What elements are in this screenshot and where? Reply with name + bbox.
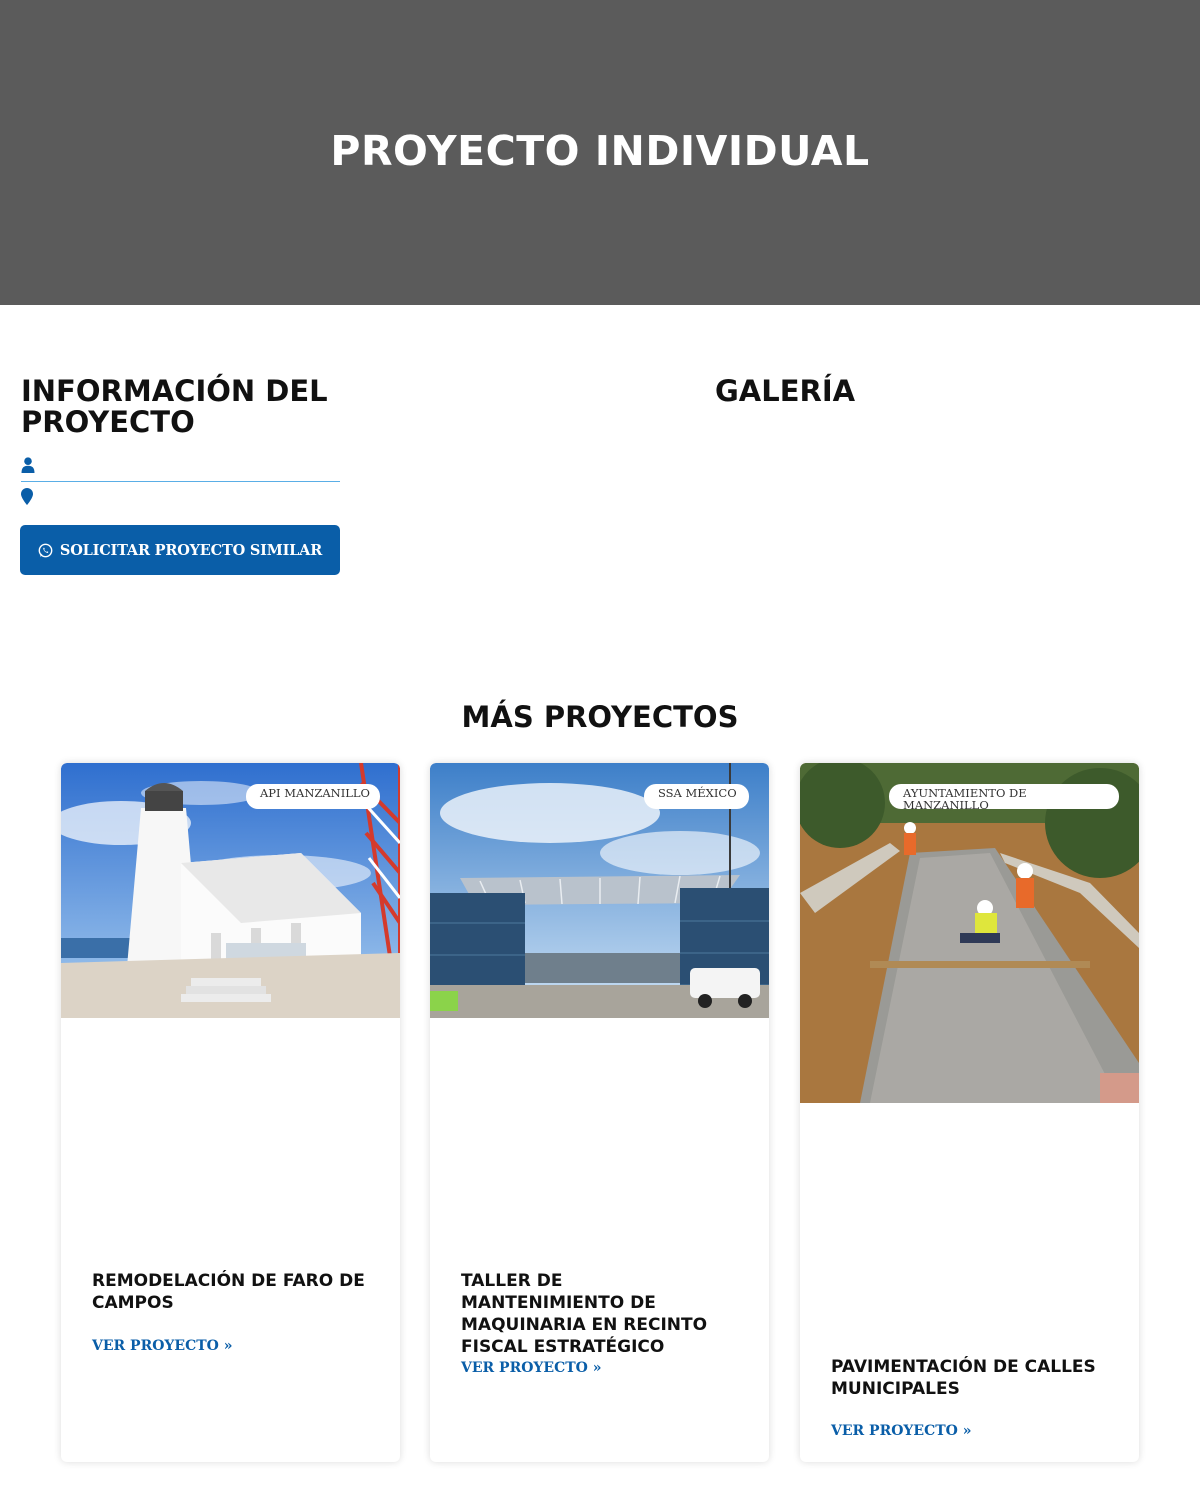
project-info-heading: INFORMACIÓN DEL PROYECTO bbox=[21, 374, 328, 439]
client-row bbox=[21, 455, 340, 482]
project-card[interactable]: SSA MÉXICO TALLER DE MANTENIMIENTO DE MA… bbox=[430, 763, 769, 1462]
client-badge: SSA MÉXICO bbox=[644, 784, 749, 809]
project-title[interactable]: PAVIMENTACIÓN DE CALLES MUNICIPALES bbox=[831, 1356, 1111, 1400]
page-title: PROYECTO INDIVIDUAL bbox=[330, 126, 870, 175]
request-similar-project-button[interactable]: SOLICITAR PROYECTO SIMILAR bbox=[20, 525, 340, 575]
client-badge: AYUNTAMIENTO DE MANZANILLO bbox=[889, 784, 1119, 809]
project-card[interactable]: AYUNTAMIENTO DE MANZANILLO PAVIMENTACIÓN… bbox=[800, 763, 1139, 1462]
more-projects-heading: MÁS PROYECTOS bbox=[461, 700, 739, 734]
view-project-link[interactable]: VER PROYECTO » bbox=[461, 1360, 601, 1376]
page-hero: PROYECTO INDIVIDUAL bbox=[0, 0, 1200, 305]
project-image[interactable] bbox=[800, 763, 1139, 1103]
user-icon bbox=[21, 457, 35, 473]
project-card[interactable]: API MANZANILLO REMODELACIÓN DE FARO DE C… bbox=[61, 763, 400, 1462]
project-title[interactable]: REMODELACIÓN DE FARO DE CAMPOS bbox=[92, 1270, 372, 1314]
location-row bbox=[21, 487, 340, 507]
gallery-heading: GALERÍA bbox=[715, 374, 856, 408]
map-marker-icon bbox=[21, 488, 33, 505]
view-project-link[interactable]: VER PROYECTO » bbox=[92, 1338, 232, 1354]
view-project-link[interactable]: VER PROYECTO » bbox=[831, 1423, 971, 1439]
whatsapp-icon bbox=[38, 543, 53, 557]
client-badge: API MANZANILLO bbox=[246, 784, 380, 809]
project-title[interactable]: TALLER DE MANTENIMIENTO DE MAQUINARIA EN… bbox=[461, 1270, 731, 1358]
request-similar-project-label: SOLICITAR PROYECTO SIMILAR bbox=[59, 541, 323, 559]
